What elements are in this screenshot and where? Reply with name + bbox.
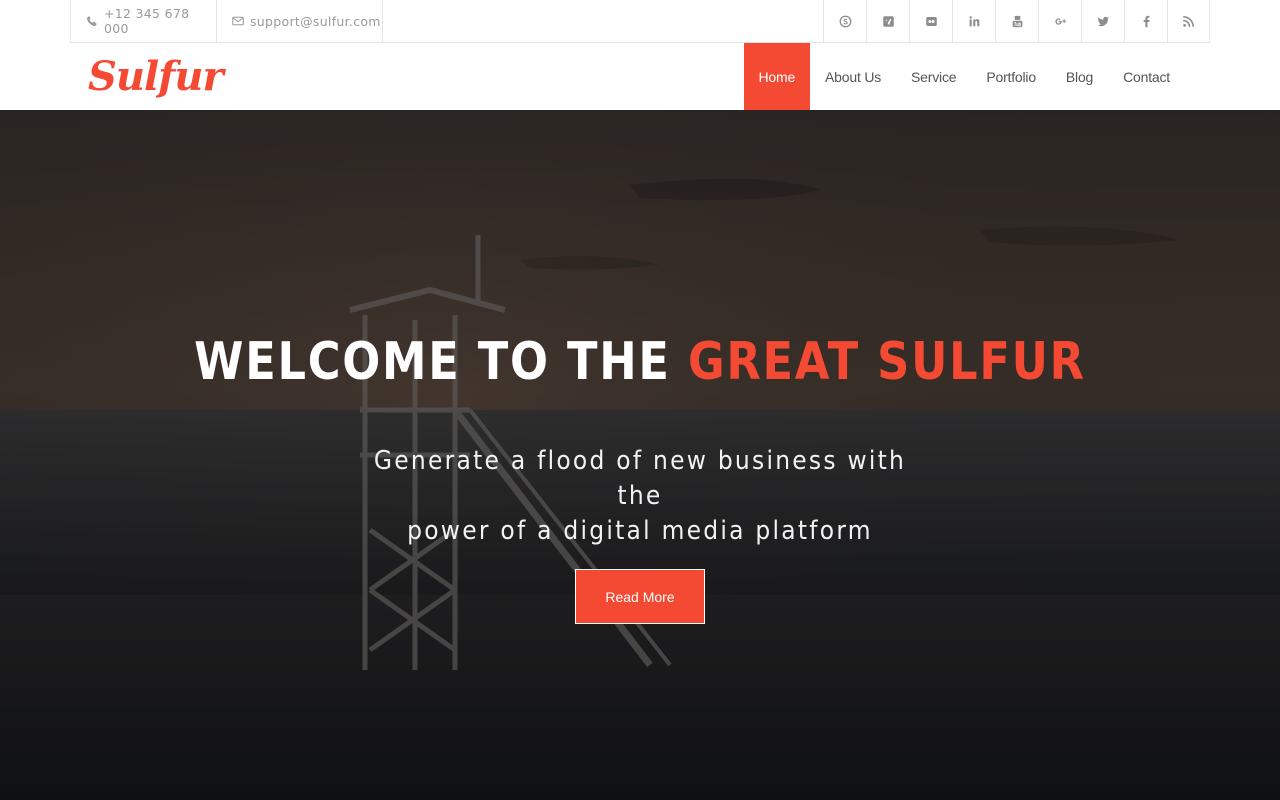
vimeo-link[interactable]	[866, 0, 909, 42]
linkedin-link[interactable]	[952, 0, 995, 42]
envelope-icon	[232, 16, 244, 26]
hero-subtitle-line-2: power of a digital media platform	[407, 516, 873, 546]
phone-icon	[86, 15, 97, 27]
twitter-link[interactable]	[1081, 0, 1124, 42]
top-bar-inner: +12 345 678 000 support@sulfur.com	[70, 0, 1210, 43]
nav-home[interactable]: Home	[743, 43, 811, 110]
read-more-button[interactable]: Read More	[575, 569, 705, 624]
linkedin-icon	[968, 15, 979, 26]
hero-title-white: WELCOME TO THE	[194, 332, 688, 392]
rss-icon	[1183, 15, 1195, 27]
email-address: support@sulfur.com	[250, 13, 381, 29]
top-bar: +12 345 678 000 support@sulfur.com	[0, 0, 1280, 43]
google-plus-icon	[1054, 17, 1066, 25]
site-logo[interactable]: Sulfur	[88, 47, 224, 107]
nav-portfolio[interactable]: Portfolio	[971, 43, 1051, 110]
facebook-link[interactable]	[1124, 0, 1167, 42]
nav-about-us[interactable]: About Us	[810, 43, 896, 110]
nav-service[interactable]: Service	[896, 43, 971, 110]
phone-number: +12 345 678 000	[104, 6, 190, 36]
youtube-link[interactable]	[995, 0, 1038, 42]
facebook-icon	[1143, 15, 1150, 27]
hero-subtitle-line-1: Generate a flood of new business with th…	[373, 446, 907, 511]
google-plus-link[interactable]	[1038, 0, 1081, 42]
hero-section: WELCOME TO THE GREAT SULFUR Generate a f…	[0, 110, 1280, 800]
skype-link[interactable]	[823, 0, 866, 42]
youtube-icon	[1012, 15, 1022, 27]
rss-link[interactable]	[1167, 0, 1210, 42]
nav-contact[interactable]: Contact	[1108, 43, 1185, 110]
social-links	[823, 0, 1210, 42]
twitter-icon	[1097, 16, 1109, 26]
email-contact[interactable]: support@sulfur.com	[216, 0, 383, 42]
hero-title: WELCOME TO THE GREAT SULFUR	[90, 332, 1191, 392]
main-navbar: Sulfur Home About Us Service Portfolio B…	[0, 43, 1280, 110]
hero-subtitle: Generate a flood of new business with th…	[370, 444, 910, 549]
main-nav: Home About Us Service Portfolio Blog Con…	[743, 43, 1186, 110]
flickr-icon	[925, 16, 937, 26]
vimeo-icon	[882, 15, 894, 27]
nav-blog[interactable]: Blog	[1051, 43, 1108, 110]
flickr-link[interactable]	[909, 0, 952, 42]
phone-contact[interactable]: +12 345 678 000	[70, 0, 216, 42]
hero-title-accent: GREAT SULFUR	[687, 332, 1086, 392]
skype-icon	[839, 15, 851, 27]
